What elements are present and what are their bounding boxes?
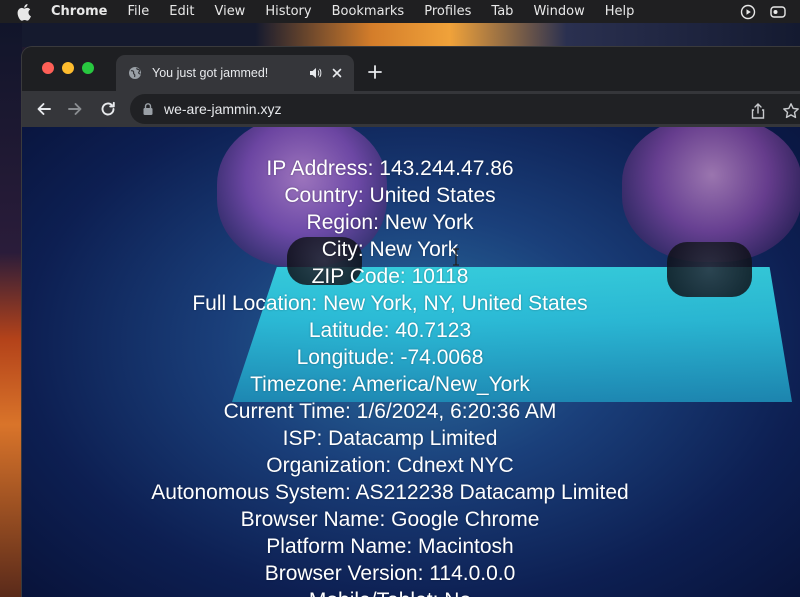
menu-bookmarks[interactable]: Bookmarks	[332, 4, 405, 19]
info-autonomous-system: Autonomous System: AS212238 Datacamp Lim…	[151, 481, 629, 504]
apple-logo-icon[interactable]	[17, 3, 35, 21]
visitor-info-list: IP Address: 143.244.47.86 Country: Unite…	[22, 155, 758, 597]
menu-edit[interactable]: Edit	[169, 4, 194, 19]
speaker-icon[interactable]	[308, 66, 322, 80]
menu-history[interactable]: History	[265, 4, 311, 19]
share-icon[interactable]	[750, 102, 766, 120]
text-cursor-icon	[452, 248, 460, 266]
menu-tab[interactable]: Tab	[491, 4, 513, 19]
info-timezone: Timezone: America/New_York	[250, 373, 530, 396]
menu-chrome[interactable]: Chrome	[51, 4, 108, 19]
info-ip-address: IP Address: 143.244.47.86	[266, 157, 514, 180]
info-city: City: New York	[321, 238, 459, 261]
address-bar[interactable]: we-are-jammin.xyz	[130, 94, 800, 124]
minimize-window-button[interactable]	[62, 62, 74, 74]
browser-toolbar: we-are-jammin.xyz	[22, 91, 800, 127]
url-text[interactable]: we-are-jammin.xyz	[164, 101, 281, 117]
tab-strip: You just got jammed!	[22, 47, 800, 91]
menu-bar: Chrome File Edit View History Bookmarks …	[0, 0, 800, 23]
info-mobile-tablet: Mobile/Tablet: No	[22, 587, 758, 597]
info-isp: ISP: Datacamp Limited	[282, 427, 498, 450]
info-current-time: Current Time: 1/6/2024, 6:20:36 AM	[223, 400, 557, 423]
page-content: IP Address: 143.244.47.86 Country: Unite…	[22, 127, 800, 597]
menu-view[interactable]: View	[214, 4, 245, 19]
globe-icon	[128, 66, 142, 80]
info-longitude: Longitude: -74.0068	[296, 346, 484, 369]
tab-title: You just got jammed!	[152, 66, 269, 80]
play-circle-icon[interactable]	[740, 4, 756, 20]
browser-window: You just got jammed! we-are-jammin.xyz I…	[22, 47, 800, 597]
close-window-button[interactable]	[42, 62, 54, 74]
info-full-location: Full Location: New York, NY, United Stat…	[192, 292, 588, 315]
zoom-window-button[interactable]	[82, 62, 94, 74]
forward-arrow-icon[interactable]	[66, 100, 84, 118]
info-region: Region: New York	[306, 211, 474, 234]
menu-file[interactable]: File	[128, 4, 150, 19]
plus-icon[interactable]	[368, 65, 382, 79]
star-icon[interactable]	[782, 102, 800, 120]
close-icon[interactable]	[330, 66, 344, 80]
info-organization: Organization: Cdnext NYC	[266, 454, 514, 477]
info-browser-version: Browser Version: 114.0.0.0	[264, 562, 516, 585]
reload-icon[interactable]	[99, 100, 117, 118]
control-center-icon[interactable]	[770, 4, 786, 20]
back-arrow-icon[interactable]	[35, 100, 53, 118]
info-zip-code: ZIP Code: 10118	[311, 265, 469, 288]
menu-window[interactable]: Window	[533, 4, 584, 19]
tab-active[interactable]: You just got jammed!	[116, 55, 354, 91]
lock-icon[interactable]	[142, 102, 154, 116]
info-latitude: Latitude: 40.7123	[308, 319, 472, 342]
info-country: Country: United States	[284, 184, 496, 207]
desktop-wallpaper-top	[22, 23, 800, 47]
menu-help[interactable]: Help	[605, 4, 635, 19]
desktop-wallpaper	[0, 23, 22, 597]
menu-profiles[interactable]: Profiles	[424, 4, 471, 19]
info-platform-name: Platform Name: Macintosh	[266, 535, 514, 558]
info-browser-name: Browser Name: Google Chrome	[240, 508, 540, 531]
